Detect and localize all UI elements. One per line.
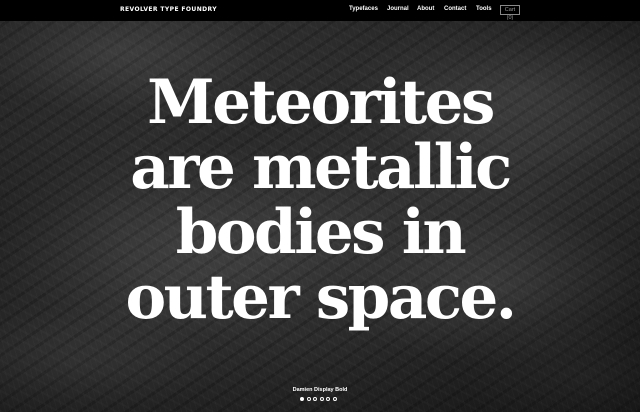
slide-dot-1[interactable] — [300, 397, 304, 401]
nav-link-about[interactable]: About — [417, 6, 434, 12]
brand-logo[interactable]: REVOLVER TYPE FOUNDRY — [120, 6, 217, 13]
slide-dot-4[interactable] — [319, 397, 324, 401]
headline-line: outer space. — [125, 262, 517, 333]
headline-line: bodies in — [175, 197, 467, 268]
slide-dot-5[interactable] — [326, 397, 330, 401]
slide-dot-6[interactable] — [332, 397, 337, 401]
slide-dot-3[interactable] — [313, 397, 317, 401]
nav-link-contact[interactable]: Contact — [444, 6, 466, 12]
nav-link-typefaces[interactable]: Typefaces — [349, 6, 378, 12]
headline-line: are metallic — [130, 132, 512, 203]
cart-button[interactable]: Cart (0) — [500, 5, 520, 21]
slide-dot-2[interactable] — [306, 397, 311, 401]
font-name-caption: Damien Display Bold — [292, 387, 348, 393]
nav-link-journal[interactable]: Journal — [387, 6, 409, 12]
top-navigation-bar: REVOLVER TYPE FOUNDRY Typefaces Journal … — [0, 0, 640, 21]
hero-page: REVOLVER TYPE FOUNDRY Typefaces Journal … — [0, 0, 640, 412]
nav-link-tools[interactable]: Tools — [476, 6, 492, 12]
slide-pagination — [300, 397, 337, 402]
headline-line: Meteorites — [147, 67, 495, 138]
hero-headline: Meteorites are metallic bodies in outer … — [0, 70, 640, 330]
